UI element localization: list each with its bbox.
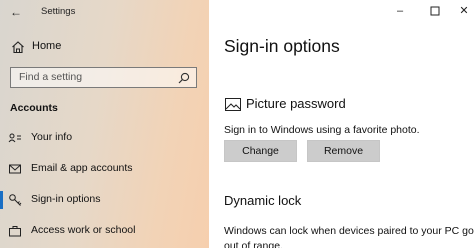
dynamic-lock-description: Windows can lock when devices paired to … (224, 225, 474, 237)
picture-password-description: Sign in to Windows using a favorite phot… (224, 124, 420, 136)
dynamic-lock-heading: Dynamic lock (224, 193, 302, 208)
close-icon[interactable]: ✕ (456, 3, 472, 19)
title-bar: ← Settings (0, 0, 209, 24)
back-arrow-icon[interactable]: ← (8, 4, 24, 20)
remove-button[interactable]: Remove (307, 140, 380, 162)
sidebar-item-home[interactable]: Home (0, 38, 209, 58)
person-info-icon (8, 133, 21, 143)
sidebar-item-your-info[interactable]: Your info (0, 126, 209, 150)
picture-icon (225, 98, 241, 111)
sidebar-item-sign-in-options[interactable]: Sign-in options (0, 188, 209, 212)
mail-icon (9, 164, 21, 174)
sidebar-item-label: Email & app accounts (31, 162, 133, 174)
briefcase-icon (9, 226, 21, 237)
maximize-icon[interactable] (427, 3, 443, 19)
sidebar-item-label: Sign-in options (31, 193, 101, 205)
section-header-accounts: Accounts (10, 102, 58, 114)
search-placeholder: Find a setting (19, 71, 83, 83)
home-icon (12, 41, 24, 54)
sidebar-item-label: Your info (31, 131, 73, 143)
sidebar-item-email-app-accounts[interactable]: Email & app accounts (0, 157, 209, 181)
minimize-icon[interactable]: – (392, 3, 408, 19)
sidebar: ← Settings Home Find a setting Accounts … (0, 0, 209, 248)
sidebar-item-label: Access work or school (31, 224, 136, 236)
change-button[interactable]: Change (224, 140, 297, 162)
picture-password-heading: Picture password (246, 96, 346, 111)
dynamic-lock-description-continued: out of range. (224, 240, 283, 248)
main-content: – ✕ Sign-in options Picture password Sig… (209, 0, 474, 248)
home-label: Home (32, 40, 62, 52)
selection-indicator (0, 191, 3, 209)
key-icon (9, 194, 22, 206)
app-title: Settings (41, 6, 76, 17)
search-input[interactable]: Find a setting (10, 67, 197, 88)
search-icon[interactable] (178, 72, 190, 84)
window-controls: – ✕ (354, 0, 474, 22)
page-title: Sign-in options (224, 36, 340, 56)
sidebar-item-access-work-or-school[interactable]: Access work or school (0, 219, 209, 243)
